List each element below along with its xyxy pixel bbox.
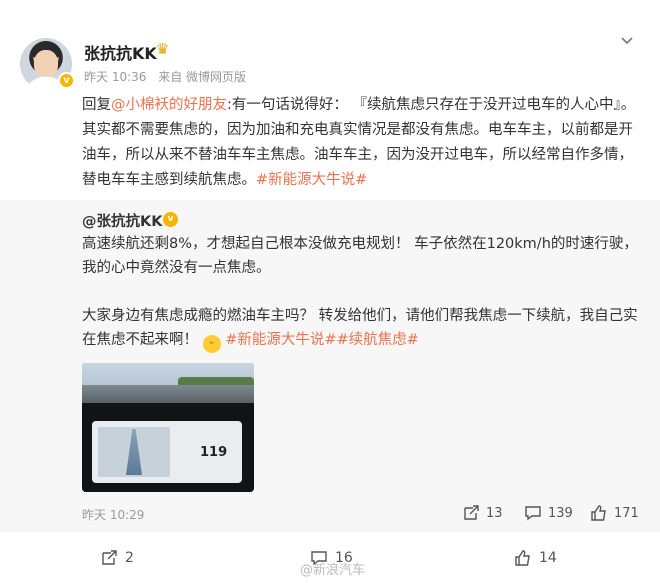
like-button[interactable]: 14 [514,549,557,567]
photo-speed: 119 [200,445,228,460]
reply-text: 回复@小棉袄的好朋友:有一句话说得好： 『续航焦虑只存在于没开过电车的人心中』。… [82,93,642,193]
verified-badge-icon: v [58,72,75,89]
grin-emoji-icon: ᵕ [202,335,221,353]
crown-icon: ♛ [156,40,170,58]
quoted-comment-button[interactable]: 139 [524,504,573,522]
author-name[interactable]: 张抗抗KK [84,40,157,64]
post-time[interactable]: 昨天 10:36 [84,70,146,84]
quoted-text: 高速续航还剩8%，才想起自己根本没做充电规划！ 车子依然在120km/h的时速行… [82,232,642,353]
repost-button[interactable]: 2 [100,549,134,567]
post-source: 来自 微博网页版 [158,70,247,84]
verified-badge-icon: v [163,212,178,227]
avatar-face [34,50,58,78]
repost-icon [102,550,117,565]
hashtag-link[interactable]: #续航焦虑# [337,332,419,348]
quoted-paragraph-2: 大家身边有焦虑成瘾的燃油车主吗？ 转发给他们，请他们帮我焦虑一下续航，我自己实在… [82,304,642,353]
quoted-like-button[interactable]: 171 [590,504,639,522]
post-photo[interactable]: 119 [82,363,254,492]
weibo-post: v 张抗抗KK ♛ 昨天 10:36 来自 微博网页版 回复@小棉袄的好朋友:有… [0,0,660,583]
repost-count: 2 [125,550,134,566]
quoted-repost-button[interactable]: 13 [462,504,503,522]
quoted-like-count: 171 [614,505,639,521]
chevron-down-icon[interactable] [620,34,634,48]
quoted-paragraph-1: 高速续航还剩8%，才想起自己根本没做充电规划！ 车子依然在120km/h的时速行… [82,236,638,276]
quoted-comment-count: 139 [548,505,573,521]
repost-icon [464,505,479,520]
thumbs-up-icon [515,550,530,566]
comment-icon [525,506,541,521]
reply-prefix: 回复 [82,97,111,113]
mention-link[interactable]: @小棉袄的好朋友 [111,97,227,113]
quoted-repost-count: 13 [486,505,503,521]
hashtag-link[interactable]: #新能源大牛说# [256,172,367,188]
post-meta: 昨天 10:36 来自 微博网页版 [84,68,246,85]
hashtag-link[interactable]: #新能源大牛说# [225,332,336,348]
watermark: @新浪汽车 [300,563,366,578]
quoted-time[interactable]: 昨天 10:29 [82,506,144,523]
photo-road [82,385,254,403]
thumbs-up-icon [591,505,606,521]
like-count: 14 [539,550,557,566]
quoted-author[interactable]: @张抗抗KK [82,210,162,231]
